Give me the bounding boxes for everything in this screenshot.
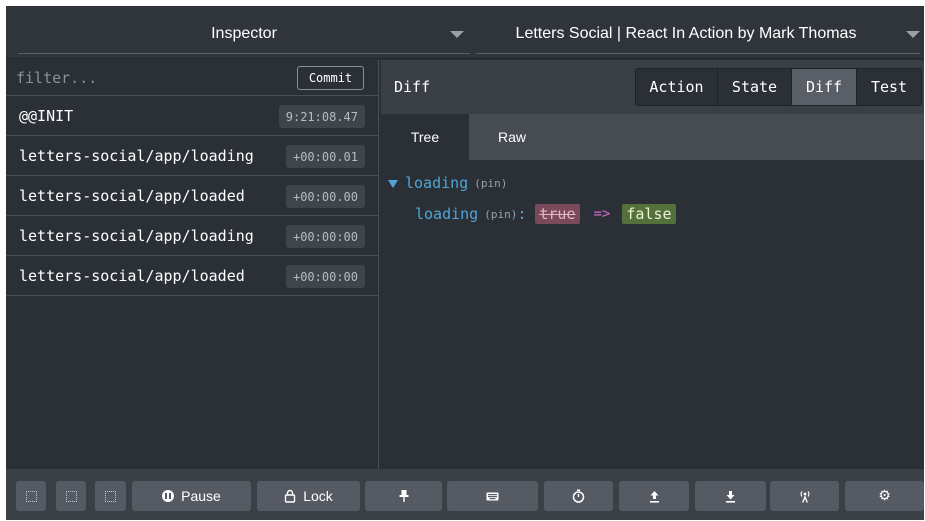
dock-bottom-icon <box>65 490 77 502</box>
chevron-down-icon <box>450 31 464 38</box>
key-colon: : <box>517 205 527 223</box>
lock-label: Lock <box>303 488 333 504</box>
action-name: letters-social/app/loaded <box>19 187 245 205</box>
tree-key: loading <box>405 174 469 192</box>
pause-icon <box>162 490 175 502</box>
pause-button[interactable]: Pause <box>132 481 251 511</box>
upload-icon <box>649 490 659 503</box>
filter-row: Commit <box>6 60 379 96</box>
action-timestamp: +00:00:00 <box>285 265 365 288</box>
action-item[interactable]: letters-social/app/loaded +00:00.00 <box>6 176 379 216</box>
action-item-init[interactable]: @@INIT 9:21:08.47 <box>6 96 379 136</box>
tab-state[interactable]: State <box>718 69 792 105</box>
tab-test[interactable]: Test <box>857 69 921 105</box>
action-list-panel: Commit @@INIT 9:21:08.47 letters-social/… <box>6 60 379 469</box>
settings-button[interactable]: ⚙ <box>845 481 924 511</box>
dock-bottom-button[interactable] <box>56 481 86 511</box>
slider-button[interactable] <box>544 481 613 511</box>
lock-button[interactable]: Lock <box>257 481 360 511</box>
preview-header: Diff Action State Diff Test <box>381 60 924 114</box>
diff-subtabs: Tree Raw <box>381 114 924 160</box>
preview-title: Diff <box>394 78 431 96</box>
diff-arrow: => <box>593 206 611 222</box>
monitor-select-label: Inspector <box>211 24 277 42</box>
top-bar: Inspector Letters Social | React In Acti… <box>6 6 924 59</box>
export-button[interactable] <box>695 481 766 511</box>
removed-value: true <box>535 204 580 224</box>
diff-tree: loading (pin) loading (pin) : true => fa… <box>381 160 924 469</box>
action-name: letters-social/app/loading <box>19 147 254 165</box>
subtab-raw[interactable]: Raw <box>469 114 555 160</box>
dispatcher-button[interactable] <box>447 481 538 511</box>
pin-link[interactable]: (pin) <box>484 208 517 221</box>
subtab-tree[interactable]: Tree <box>381 114 469 160</box>
redux-devtools-window: Inspector Letters Social | React In Acti… <box>6 6 924 520</box>
pause-label: Pause <box>181 488 221 504</box>
expand-triangle-icon[interactable] <box>388 180 398 188</box>
instance-select-dropdown[interactable]: Letters Social | React In Action by Mark… <box>476 14 920 54</box>
action-timestamp: +00:00:00 <box>285 225 365 248</box>
action-item[interactable]: letters-social/app/loaded +00:00:00 <box>6 256 379 296</box>
action-item[interactable]: letters-social/app/loading +00:00.01 <box>6 136 379 176</box>
pin-link[interactable]: (pin) <box>474 177 507 190</box>
tree-key: loading <box>415 205 479 223</box>
instance-select-label: Letters Social | React In Action by Mark… <box>515 24 857 42</box>
added-value: false <box>622 204 676 224</box>
action-timestamp: 9:21:08.47 <box>278 105 365 128</box>
action-timestamp: +00:00.01 <box>285 145 365 168</box>
action-timestamp: +00:00.00 <box>285 185 365 208</box>
pin-icon <box>399 490 408 502</box>
action-item[interactable]: letters-social/app/loading +00:00:00 <box>6 216 379 256</box>
action-name: letters-social/app/loaded <box>19 267 245 285</box>
stopwatch-icon <box>572 489 585 503</box>
dock-right-icon <box>105 490 116 502</box>
lock-icon <box>285 489 296 503</box>
action-name: letters-social/app/loading <box>19 227 254 245</box>
import-button[interactable] <box>619 481 689 511</box>
tab-diff[interactable]: Diff <box>792 69 857 105</box>
bottom-toolbar: Pause Lock ⚙ <box>6 469 924 520</box>
diff-entry: loading (pin) : true => false <box>415 204 676 224</box>
settings-icon: ⚙ <box>878 488 891 504</box>
filter-input[interactable] <box>16 67 286 89</box>
remote-button[interactable] <box>770 481 839 511</box>
keyboard-icon <box>486 492 499 500</box>
remote-icon <box>800 490 809 502</box>
action-preview-panel: Diff Action State Diff Test Tree Raw loa… <box>381 60 924 469</box>
commit-button[interactable]: Commit <box>297 66 364 90</box>
dock-right-button[interactable] <box>95 481 126 511</box>
action-name: @@INIT <box>19 107 74 125</box>
dock-left-button[interactable] <box>16 481 46 511</box>
dock-left-icon <box>25 490 37 502</box>
preview-tabs: Action State Diff Test <box>635 68 922 106</box>
tree-node-loading[interactable]: loading (pin) <box>388 174 507 192</box>
download-icon <box>726 490 735 503</box>
tab-action[interactable]: Action <box>636 69 718 105</box>
chevron-down-icon <box>906 31 920 38</box>
persist-button[interactable] <box>365 481 442 511</box>
monitor-select-dropdown[interactable]: Inspector <box>18 14 470 54</box>
